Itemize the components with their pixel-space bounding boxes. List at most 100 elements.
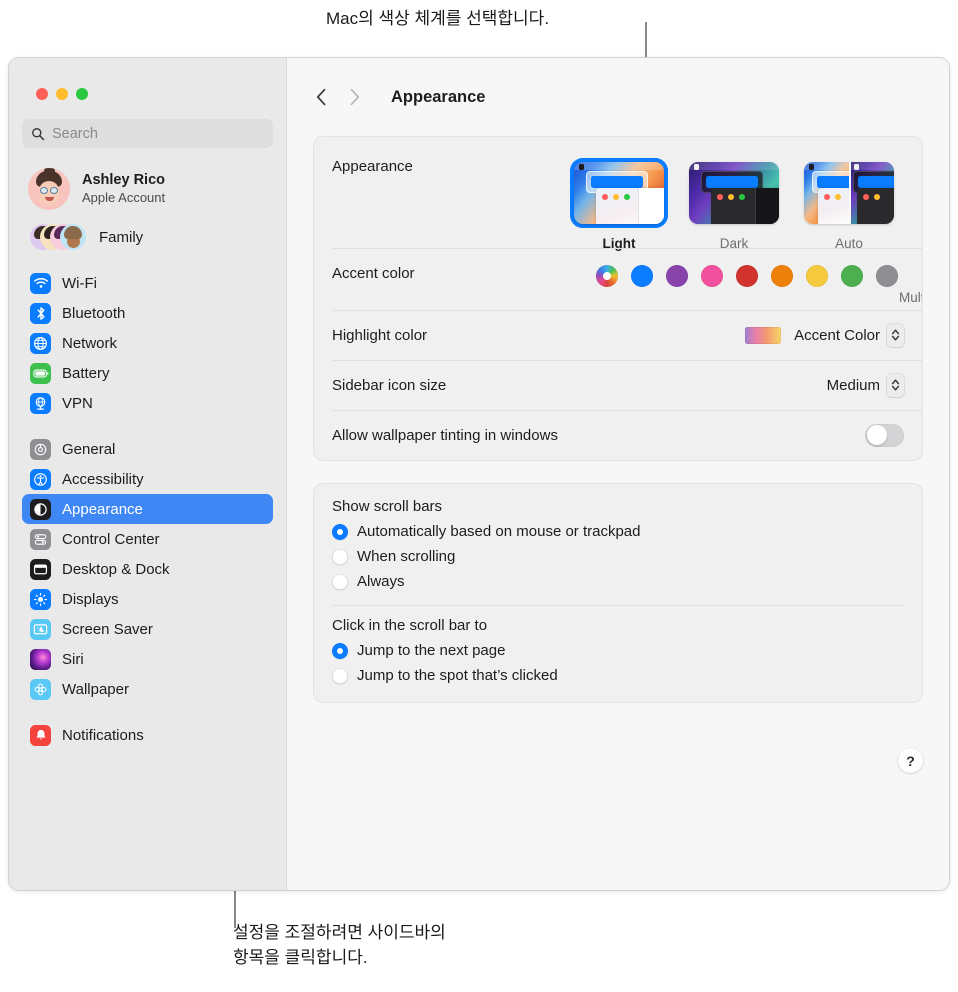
sidebar-item-label: Notifications (62, 726, 144, 744)
bell-icon (30, 724, 51, 746)
screensaver-icon (30, 618, 51, 640)
zoom-button[interactable] (76, 88, 88, 100)
sidebar-item-siri[interactable]: Siri (22, 644, 273, 674)
radio-option-always[interactable]: Always (332, 569, 904, 594)
toggle-knob (866, 425, 887, 445)
chevron-left-icon[interactable] (316, 88, 327, 106)
search-icon (32, 127, 45, 140)
auto-preview-thumbnail (804, 162, 894, 224)
sidebar-item-accessibility[interactable]: Accessibility (22, 464, 273, 494)
sidebar-icon-size-row: Sidebar icon size Medium (314, 360, 922, 410)
highlight-color-popup[interactable]: Accent Color (745, 323, 904, 347)
accent-swatch-yellow[interactable] (806, 265, 828, 287)
battery-icon (30, 362, 51, 384)
sidebar-item-label: Siri (62, 650, 84, 668)
search-input[interactable]: Search (22, 119, 273, 148)
sidebar-item-desktop-dock[interactable]: Desktop & Dock (22, 554, 273, 584)
appearance-option-light[interactable]: Light (570, 158, 668, 251)
sidebar-item-battery[interactable]: Battery (22, 358, 273, 388)
sidebar-group-network: Wi-Fi Bluetooth Network Battery VPN (19, 268, 276, 418)
account-name: Ashley Rico (82, 172, 165, 188)
radio-option-when-scrolling[interactable]: When scrolling (332, 544, 904, 569)
sidebar-item-general[interactable]: General (22, 434, 273, 464)
sidebar-item-wi-fi[interactable]: Wi-Fi (22, 268, 273, 298)
sidebar-item-label: Appearance (62, 500, 143, 518)
radio-label: Automatically based on mouse or trackpad (357, 523, 641, 540)
content-pane: Appearance Appearance Light Dark Auto Ac… (287, 58, 949, 890)
accent-swatch-graphite[interactable] (876, 265, 898, 287)
sidebar-icon-size-value: Medium (826, 376, 880, 394)
radio-option-jump-to-spot[interactable]: Jump to the spot that’s clicked (332, 663, 904, 688)
sidebar-item-vpn[interactable]: VPN (22, 388, 273, 418)
sidebar-item-appearance[interactable]: Appearance (22, 494, 273, 524)
callout-bottom-line1: 설정을 조절하려면 사이드바의 (233, 923, 446, 942)
family-avatars (30, 224, 88, 250)
vpn-globe-icon (30, 392, 51, 414)
sidebar-item-label: Wi-Fi (62, 274, 97, 292)
accent-swatch-purple[interactable] (666, 265, 688, 287)
auto-light-half (804, 162, 849, 224)
help-button[interactable]: ? (898, 748, 923, 773)
accent-swatch-red[interactable] (736, 265, 758, 287)
show-scroll-bars-title: Show scroll bars (332, 498, 443, 515)
window-controls (19, 58, 276, 100)
accent-swatch-multicolor[interactable] (596, 265, 618, 287)
accessibility-icon (30, 468, 51, 490)
sidebar: Search Ashley Rico Apple Account Family … (9, 58, 287, 890)
radio-indicator (332, 667, 348, 684)
sidebar-item-notifications[interactable]: Notifications (22, 720, 273, 750)
accent-swatch-blue[interactable] (631, 265, 653, 287)
wallpaper-tinting-toggle[interactable] (865, 423, 904, 447)
apple-account-row[interactable]: Ashley Rico Apple Account (24, 164, 273, 214)
chevron-updown-icon (887, 323, 904, 347)
accent-swatch-orange[interactable] (771, 265, 793, 287)
appearance-option-auto[interactable]: Auto (800, 158, 898, 251)
sidebar-group-notifications: Notifications (19, 720, 276, 750)
accent-color-label: Accent color (332, 265, 415, 282)
accent-gradient-swatch-icon (745, 326, 782, 344)
bluetooth-icon (30, 302, 51, 324)
sidebar-item-bluetooth[interactable]: Bluetooth (22, 298, 273, 328)
appearance-options: Light Dark Auto (570, 158, 898, 251)
sidebar-item-label: Accessibility (62, 470, 144, 488)
sidebar-item-control-center[interactable]: Control Center (22, 524, 273, 554)
accent-swatch-green[interactable] (841, 265, 863, 287)
radio-label: Always (357, 573, 405, 590)
sidebar-item-family[interactable]: Family (26, 220, 273, 254)
sidebar-group-system: General Accessibility Appearance Control… (19, 434, 276, 704)
sidebar-icon-size-popup[interactable]: Medium (826, 373, 904, 397)
sidebar-item-label: General (62, 440, 116, 458)
radio-label: When scrolling (357, 548, 456, 565)
auto-dark-half (849, 162, 894, 224)
accent-swatch-pink[interactable] (701, 265, 723, 287)
sidebar-item-label: Bluetooth (62, 304, 126, 322)
wallpaper-tinting-label: Allow wallpaper tinting in windows (332, 426, 558, 444)
sidebar-item-label: Desktop & Dock (62, 560, 170, 578)
brightness-icon (30, 588, 51, 610)
close-button[interactable] (36, 88, 48, 100)
radio-option-automatically[interactable]: Automatically based on mouse or trackpad (332, 519, 904, 544)
sidebar-item-network[interactable]: Network (22, 328, 273, 358)
chevron-right-icon[interactable] (349, 88, 360, 106)
scroll-bars-card: Show scroll bars Automatically based on … (313, 483, 923, 703)
account-subtitle: Apple Account (82, 190, 166, 205)
minimize-button[interactable] (56, 88, 68, 100)
avatar (28, 168, 70, 210)
callout-bottom-text: 설정을 조절하려면 사이드바의항목을 클릭합니다. (233, 920, 446, 970)
accent-color-selected-name: Multicolor (899, 290, 922, 305)
radio-indicator (332, 548, 348, 565)
radio-indicator (332, 573, 348, 590)
radio-indicator (332, 523, 348, 540)
sidebar-item-screen-saver[interactable]: Screen Saver (22, 614, 273, 644)
appearance-label: Appearance (332, 158, 413, 175)
sidebar-item-displays[interactable]: Displays (22, 584, 273, 614)
desktop-dock-icon (30, 558, 51, 580)
sidebar-icon-size-label: Sidebar icon size (332, 376, 447, 394)
highlight-color-value: Accent Color (794, 326, 880, 344)
callout-bottom-line2: 항목을 클릭합니다. (233, 948, 368, 967)
sidebar-item-label: Network (62, 334, 118, 352)
radio-option-jump-next-page[interactable]: Jump to the next page (332, 638, 904, 663)
callout-top-text: Mac의 색상 체계를 선택합니다. (326, 9, 550, 28)
appearance-option-dark[interactable]: Dark (685, 158, 783, 251)
sidebar-item-wallpaper[interactable]: Wallpaper (22, 674, 273, 704)
